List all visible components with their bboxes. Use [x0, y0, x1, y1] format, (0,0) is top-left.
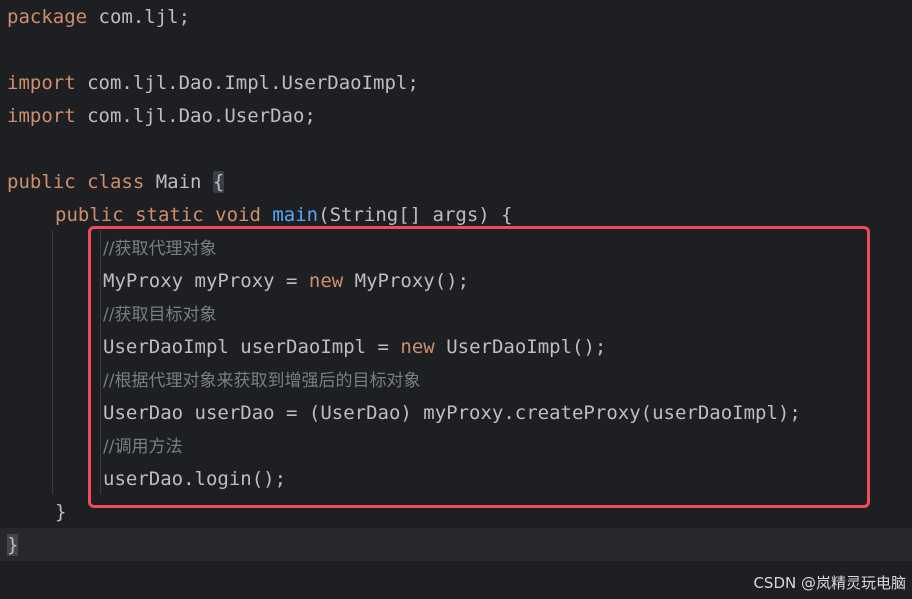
- code-line[interactable]: import com.ljl.Dao.UserDao;: [7, 100, 316, 133]
- code-line[interactable]: public class Main {: [7, 166, 225, 199]
- code-text: com.ljl;: [87, 6, 191, 28]
- code-line[interactable]: }: [55, 496, 66, 529]
- code-line[interactable]: }: [7, 529, 19, 562]
- keyword: public static void: [55, 204, 261, 226]
- class-name: Main: [144, 171, 213, 193]
- code-text: (String[] args) {: [318, 204, 513, 226]
- indent-guide: [52, 230, 53, 494]
- keyword: import: [7, 105, 76, 127]
- closing-brace: }: [55, 501, 67, 523]
- code-text: com.ljl.Dao.UserDao;: [75, 105, 316, 127]
- current-line-highlight: [0, 528, 912, 561]
- code-line[interactable]: package com.ljl;: [7, 1, 190, 34]
- code-line[interactable]: import com.ljl.Dao.Impl.UserDaoImpl;: [7, 67, 419, 100]
- matched-brace: }: [7, 534, 19, 556]
- keyword: import: [7, 72, 76, 94]
- watermark: CSDN @岚精灵玩电脑: [753, 574, 906, 592]
- keyword: package: [7, 6, 88, 28]
- keyword: public class: [7, 171, 145, 193]
- code-editor[interactable]: package com.ljl; import com.ljl.Dao.Impl…: [0, 0, 912, 599]
- matched-brace: {: [212, 171, 225, 193]
- code-text: com.ljl.Dao.Impl.UserDaoImpl;: [75, 72, 419, 94]
- method-name: main: [272, 204, 319, 226]
- highlight-annotation-box: [88, 226, 870, 508]
